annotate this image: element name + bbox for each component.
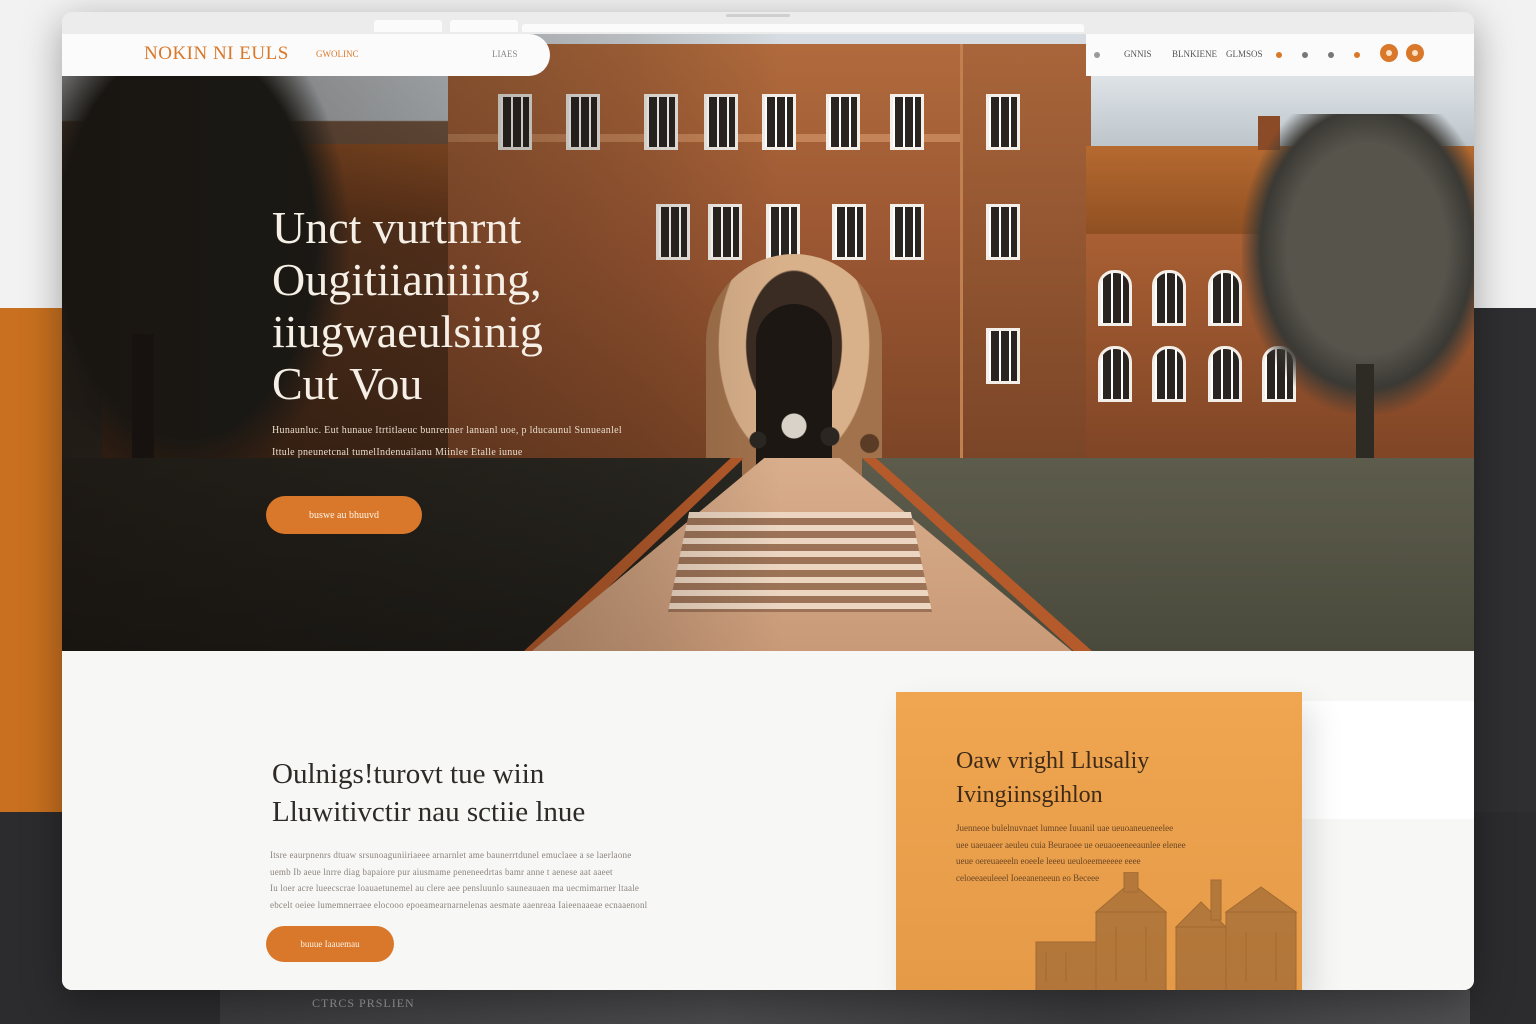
section-headline: Oulnigs!turovt tue wiin Lluwitivctir nau…	[272, 755, 772, 831]
hero-subtitle-line: Ittule pneunetcnal tumelIndenuailanu Mii…	[272, 447, 523, 458]
top-nav-left: NOKIN NI EULS GWOLINC LIAES	[62, 34, 550, 76]
window-handle[interactable]	[726, 14, 790, 17]
card-body-line: uee uaeuaeer aeuleu cuia Beuraoee ue oeu…	[956, 839, 1186, 850]
card-backing-panel	[1302, 701, 1474, 819]
hero-headline: Unct vurtnrnt Ougitiianiiing, iiugwaeuls…	[272, 202, 732, 410]
nav-link-primary[interactable]: GWOLINC	[316, 49, 359, 59]
section-body-line: Iu loer acre lueecscrae loauaetunemel au…	[270, 883, 640, 893]
nav-dot-icon[interactable]	[1328, 52, 1334, 58]
card-title-line: Oaw vrighl Llusaliy	[956, 748, 1150, 774]
card-body-line: Juenneoe bulelnuvnaet lumnee Iuuanil uae…	[956, 823, 1174, 833]
browser-tab-1[interactable]	[374, 20, 442, 32]
section-headline-line: Lluwitivctir nau sctiie lnue	[272, 796, 586, 828]
backdrop-caption: CTRCS PRSLIEN	[312, 996, 415, 1010]
campus-sketch-illustration	[1035, 872, 1298, 990]
hero-headline-line: iiugwaeulsinig	[272, 306, 543, 357]
section-cta-button[interactable]: buuue Iaauemau	[266, 926, 394, 962]
section-headline-line: Oulnigs!turovt tue wiin	[272, 758, 545, 790]
section-body-line: uemb Ib aeue lnrre diag bapaiore pur aiu…	[270, 866, 613, 877]
brand-logo[interactable]: NOKIN NI EULS	[144, 43, 289, 65]
browser-tab-active[interactable]	[522, 24, 1084, 32]
hero-section: Unct vurtnrnt Ougitiianiiing, iiugwaeuls…	[62, 34, 1474, 651]
user-icon[interactable]	[1380, 44, 1398, 62]
nav-dot-icon[interactable]	[1354, 52, 1360, 58]
hero-subtitle: Hunaunluc. Eut hunaue Itrtitlaeuc bunren…	[272, 420, 672, 464]
section-body-line: ebcelt oeiee lumemnerraee elocooo epoeam…	[270, 899, 648, 910]
card-body-line: ueue oereuaeeeln eoeeIe leeeu ueuloeemee…	[956, 856, 1141, 866]
hero-headline-line: Ougitiianiiing,	[272, 254, 542, 305]
backdrop-orange-band	[0, 308, 64, 812]
card-title-line: Ivingiinsgihlon	[956, 782, 1103, 808]
menu-icon[interactable]	[1406, 44, 1424, 62]
nav-link[interactable]: GLMSOS	[1226, 49, 1263, 59]
nav-link-secondary[interactable]: LIAES	[492, 49, 518, 59]
section-body-line: Itsre eaurpnenrs dtuaw srsunoaguniiriaee…	[270, 850, 632, 860]
browser-window: Unct vurtnrnt Ougitiianiiing, iiugwaeuls…	[62, 12, 1474, 990]
feature-card[interactable]: Oaw vrighl Llusaliy Ivingiinsgihlon Juen…	[896, 692, 1302, 990]
hero-subtitle-line: Hunaunluc. Eut hunaue Itrtitlaeuc bunren…	[272, 425, 622, 436]
intro-section: Oulnigs!turovt tue wiin Lluwitivctir nau…	[62, 651, 1474, 990]
nav-dot-icon[interactable]	[1276, 52, 1282, 58]
nav-link[interactable]: GNNIS	[1124, 49, 1152, 59]
hero-headline-line: Unct vurtnrnt	[272, 202, 522, 253]
nav-dot-icon[interactable]	[1302, 52, 1308, 58]
nav-bullet-icon	[1094, 52, 1100, 58]
nav-link[interactable]: BLNKIENE	[1172, 49, 1217, 59]
browser-tab-2[interactable]	[450, 20, 518, 32]
hero-headline-line: Cut Vou	[272, 358, 423, 409]
browser-tab-strip	[62, 12, 1474, 36]
top-nav-right: GNNIS BLNKIENE GLMSOS	[1086, 34, 1474, 76]
section-body: Itsre eaurpnenrs dtuaw srsunoaguniiriaee…	[270, 847, 740, 913]
hero-cta-button[interactable]: buswe au bhuuvd	[266, 496, 422, 534]
card-title: Oaw vrighl Llusaliy Ivingiinsgihlon	[956, 744, 1286, 812]
